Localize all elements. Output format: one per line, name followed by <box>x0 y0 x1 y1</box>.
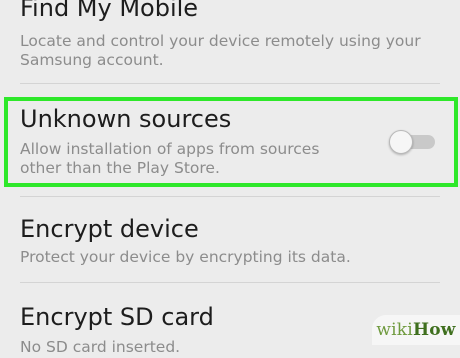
divider <box>20 83 440 84</box>
toggle-knob <box>389 130 413 154</box>
setting-title: Unknown sources <box>20 105 232 133</box>
setting-description: Samsung account. <box>20 51 164 69</box>
setting-encrypt-device[interactable]: Encrypt device Protect your device by en… <box>0 197 460 283</box>
setting-title: Encrypt device <box>20 215 199 243</box>
setting-description: Locate and control your device remotely … <box>20 32 421 50</box>
watermark-wiki: wiki <box>376 320 413 340</box>
setting-find-my-mobile[interactable]: Find My Mobile Locate and control your d… <box>0 0 460 84</box>
setting-description: Allow installation of apps from sources <box>20 140 320 158</box>
setting-title: Encrypt SD card <box>20 303 214 331</box>
watermark-how: How <box>412 320 456 340</box>
setting-unknown-sources[interactable]: Unknown sources Allow installation of ap… <box>0 97 460 187</box>
settings-screen: Find My Mobile Locate and control your d… <box>0 0 460 356</box>
unknown-sources-toggle[interactable] <box>389 130 437 154</box>
setting-description: No SD card inserted. <box>20 338 181 356</box>
setting-title: Find My Mobile <box>20 0 199 22</box>
wikihow-watermark: wiki How <box>372 315 460 345</box>
setting-description: Protect your device by encrypting its da… <box>20 248 351 266</box>
setting-description: other than the Play Store. <box>20 159 220 177</box>
